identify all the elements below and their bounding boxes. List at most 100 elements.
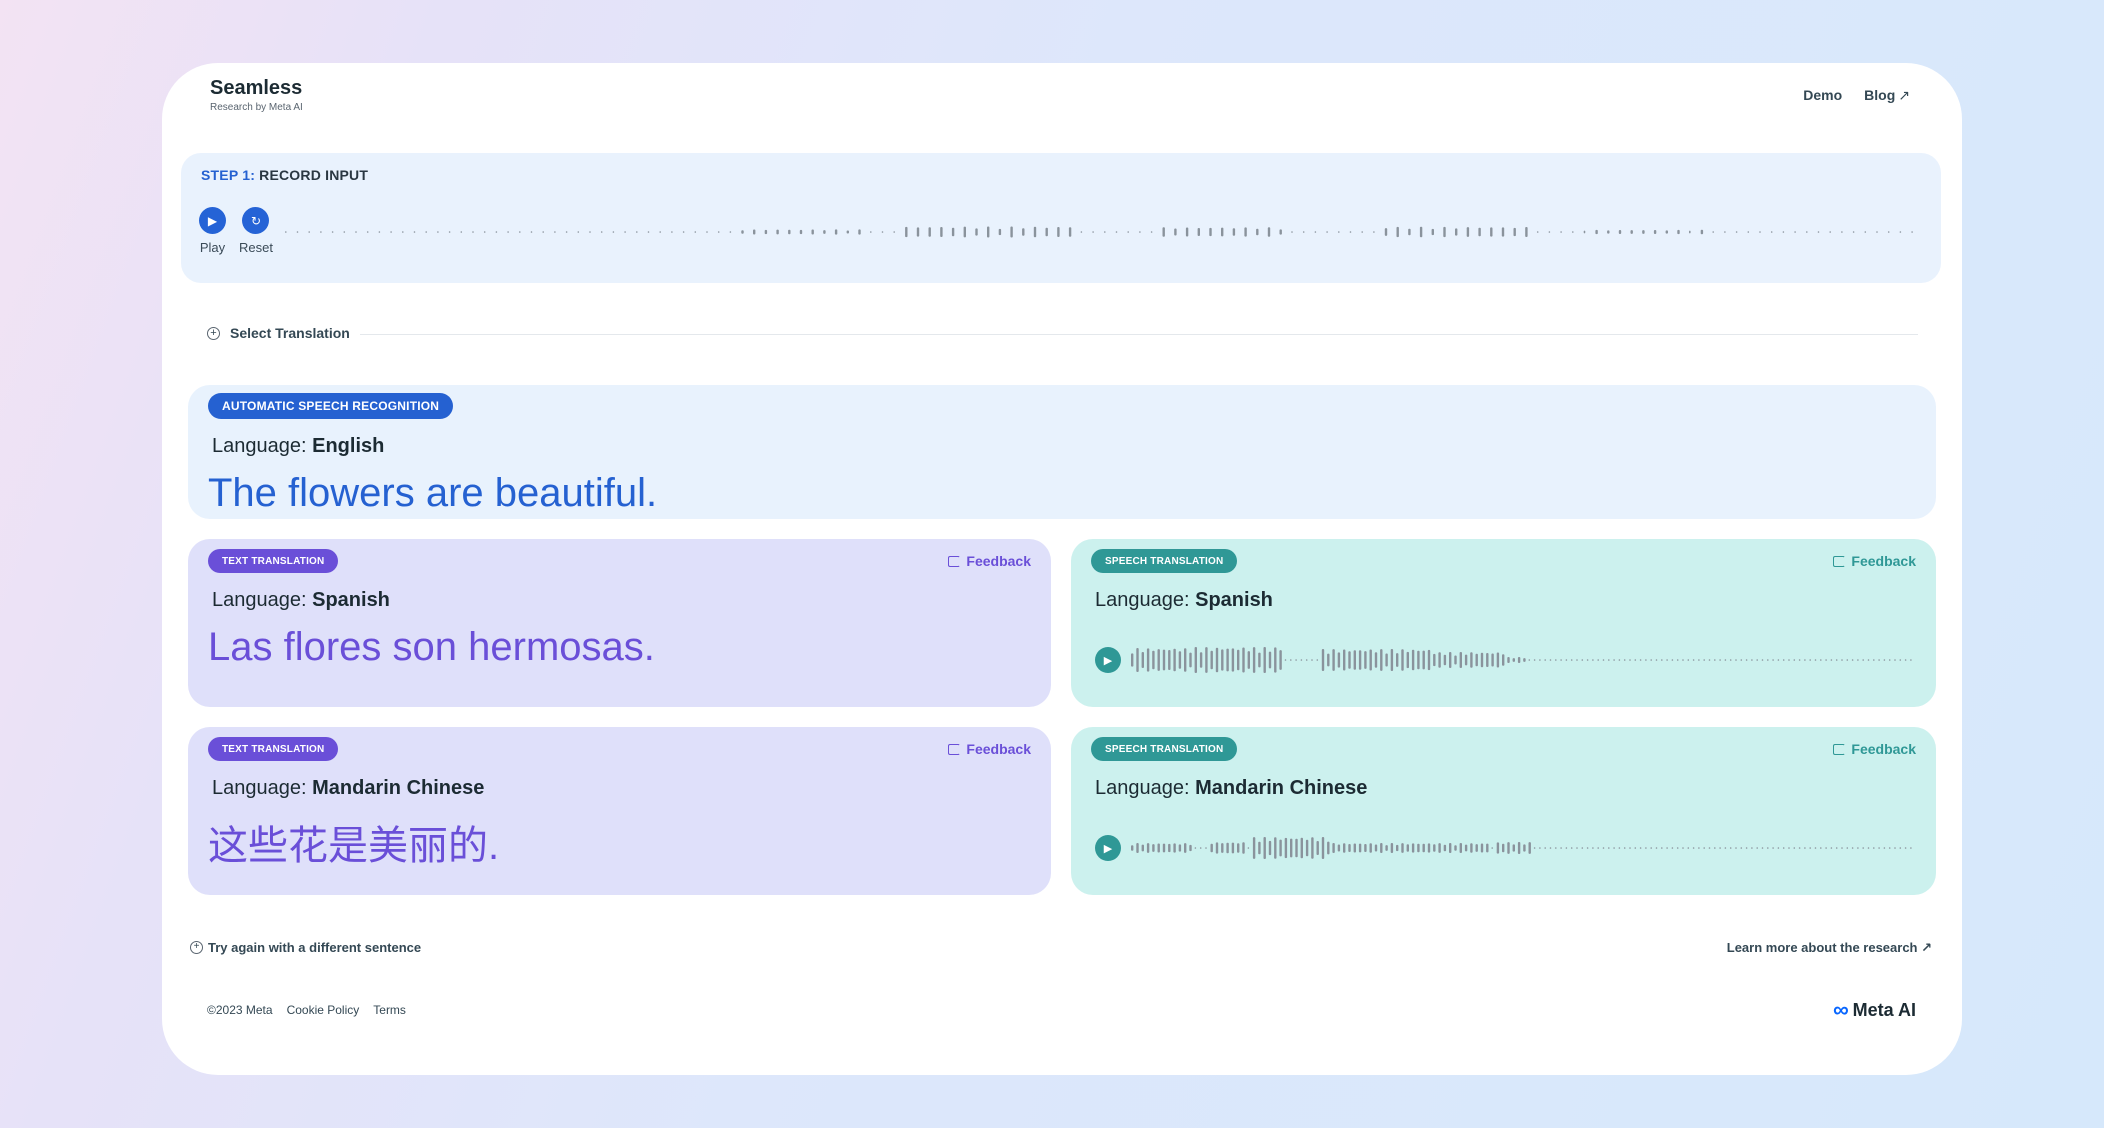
waveform-bar <box>1804 659 1806 661</box>
waveform-bar <box>1422 843 1425 853</box>
waveform-bar <box>1583 230 1586 234</box>
reset-icon: ↻ <box>242 207 270 234</box>
reset-button[interactable]: ↻ Reset <box>239 207 273 255</box>
waveform-bar <box>1374 652 1378 668</box>
waveform-bar <box>963 226 966 238</box>
waveform-bar <box>577 231 580 233</box>
waveform-bar <box>1687 847 1690 849</box>
waveform-bar <box>1194 847 1197 849</box>
feedback-button[interactable]: Feedback <box>948 741 1031 757</box>
nav-demo[interactable]: Demo <box>1803 87 1842 104</box>
waveform-bar <box>1215 842 1219 854</box>
reset-label: Reset <box>239 240 273 255</box>
waveform-bar <box>390 231 392 233</box>
waveform-bar <box>1242 842 1245 854</box>
waveform-bar <box>1533 847 1536 849</box>
nav-blog[interactable]: Blog ↗ <box>1864 87 1910 104</box>
waveform-bar <box>1876 231 1878 233</box>
learn-more-link[interactable]: Learn more about the research ↗ <box>1727 940 1932 956</box>
waveform-bar <box>1851 659 1854 661</box>
translation-language: Language: Spanish <box>1095 589 1273 612</box>
waveform-bar <box>1653 229 1657 235</box>
waveform-bar <box>975 228 978 236</box>
waveform-bar <box>1867 659 1870 661</box>
waveform-bar <box>1396 844 1399 852</box>
waveform-bar <box>1385 653 1388 667</box>
waveform-bar <box>1157 649 1160 671</box>
waveform-bar <box>1284 659 1287 661</box>
input-waveform[interactable] <box>285 219 1921 245</box>
main-card: Seamless Research by Meta AI Demo Blog ↗ … <box>162 63 1962 1075</box>
waveform-bar <box>1804 847 1806 849</box>
waveform-bar <box>823 230 826 234</box>
waveform-bar <box>1433 844 1436 852</box>
waveform-bar <box>1353 843 1356 853</box>
waveform-bar <box>554 231 556 233</box>
waveform-bar <box>998 228 1002 236</box>
waveform-bar <box>1466 227 1470 237</box>
waveform-bar <box>1873 847 1875 849</box>
mandarin-audio-waveform[interactable] <box>1131 831 1917 865</box>
waveform-bar <box>1406 844 1409 852</box>
waveform-bar <box>1131 845 1134 851</box>
waveform-bar <box>1438 652 1441 668</box>
feedback-button[interactable]: Feedback <box>1833 741 1916 757</box>
waveform-bar <box>343 231 346 233</box>
waveform-bar <box>308 231 310 233</box>
waveform-bar <box>1369 649 1372 671</box>
waveform-bar <box>1798 847 1801 849</box>
waveform-bar <box>1443 654 1447 666</box>
waveform-bar <box>1332 843 1335 853</box>
waveform-bar <box>1708 659 1711 661</box>
waveform-bar <box>1608 659 1610 661</box>
waveform-bar <box>1544 659 1546 661</box>
try-again-link[interactable]: + Try again with a different sentence <box>190 940 421 955</box>
waveform-bar <box>1862 847 1864 849</box>
waveform-bar <box>1358 650 1362 670</box>
waveform-bar <box>1608 847 1610 849</box>
waveform-bar <box>1146 648 1150 672</box>
waveform-bar <box>1139 231 1141 233</box>
waveform-bar <box>671 231 673 233</box>
brand[interactable]: Seamless Research by Meta AI <box>210 77 303 113</box>
select-translation[interactable]: + Select Translation <box>207 325 350 341</box>
waveform-bar <box>1380 649 1383 671</box>
play-audio-button[interactable]: ▶ <box>1095 647 1121 673</box>
terms-link[interactable]: Terms <box>373 1003 406 1017</box>
waveform-bar <box>1788 659 1790 661</box>
feedback-button[interactable]: Feedback <box>948 553 1031 569</box>
waveform-bar <box>1464 654 1468 666</box>
meta-ai-logo[interactable]: ∞ Meta AI <box>1833 997 1916 1023</box>
waveform-bar <box>1809 659 1811 661</box>
waveform-bar <box>378 231 381 233</box>
waveform-bar <box>1570 659 1573 661</box>
waveform-bar <box>1708 847 1711 849</box>
waveform-bar <box>1443 226 1446 238</box>
waveform-bar <box>729 231 732 233</box>
feedback-label: Feedback <box>1851 741 1916 757</box>
waveform-bar <box>1486 843 1489 853</box>
waveform-bar <box>1841 847 1843 849</box>
waveform-bar <box>1422 650 1425 670</box>
waveform-bar <box>1759 231 1761 233</box>
select-translation-label: Select Translation <box>230 325 350 341</box>
spanish-audio-waveform[interactable] <box>1131 643 1917 677</box>
waveform-bar <box>1555 847 1557 849</box>
waveform-bar <box>1268 840 1272 856</box>
play-audio-button[interactable]: ▶ <box>1095 835 1121 861</box>
waveform-bar <box>1533 659 1536 661</box>
waveform-bar <box>1772 847 1774 849</box>
waveform-bar <box>1618 659 1621 661</box>
waveform-bar <box>1661 659 1663 661</box>
play-button[interactable]: ▶ Play <box>199 207 226 255</box>
waveform-bar <box>1761 847 1764 849</box>
waveform-bar <box>1794 231 1796 233</box>
feedback-icon <box>1833 555 1846 567</box>
waveform-bar <box>1724 847 1727 849</box>
feedback-button[interactable]: Feedback <box>1833 553 1916 569</box>
waveform-bar <box>1549 847 1552 849</box>
cookie-policy-link[interactable]: Cookie Policy <box>287 1003 360 1017</box>
waveform-bar <box>1454 655 1457 665</box>
waveform-bar <box>811 229 814 235</box>
waveform-bar <box>1475 653 1478 667</box>
